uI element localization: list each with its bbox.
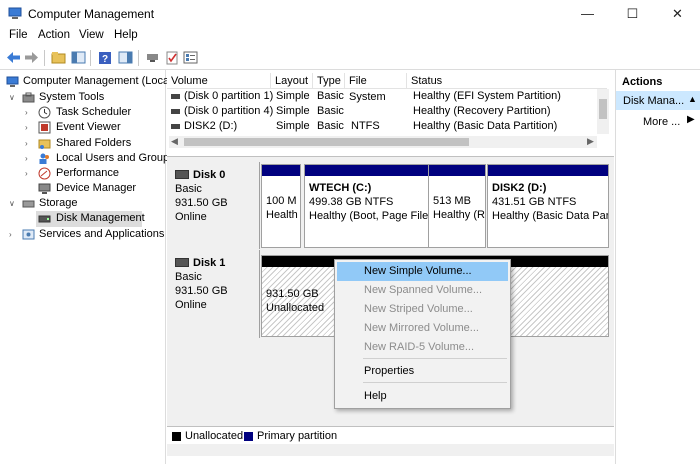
menu-new-striped-volume[interactable]: New Striped Volume... [337,300,508,319]
back-arrow-icon[interactable] [5,49,22,66]
chevron-right-icon[interactable]: › [9,227,17,242]
scrollbar-thumb[interactable] [184,138,469,146]
vertical-scrollbar[interactable] [597,89,609,134]
tree-item-task-scheduler[interactable]: › Task Scheduler [0,105,165,121]
horizontal-scrollbar[interactable]: ◀ ▶ [169,136,597,148]
tree-item-performance[interactable]: › Performance [0,166,165,182]
volume-icon [171,109,180,114]
table-row[interactable]: (Disk 0 partition 4) Simple Basic Health… [167,104,597,119]
tree-item-shared-folders[interactable]: › Shared Folders [0,136,165,152]
tree-item-device-manager[interactable]: Device Manager [0,181,165,197]
menu-view[interactable]: View [79,29,104,41]
partition-c[interactable]: WTECH (C:) 499.38 GB NTFS Healthy (Boot,… [304,164,429,248]
menu-new-mirrored-volume[interactable]: New Mirrored Volume... [337,319,508,338]
column-layout[interactable]: Layout [271,73,313,89]
column-status[interactable]: Status [407,73,597,89]
context-menu: New Simple Volume... New Spanned Volume.… [334,259,511,409]
partition-recovery[interactable]: 513 MB Healthy (R [428,164,486,248]
toolbox-icon [22,92,35,103]
volume-icon [171,124,180,129]
tree-item-computer-management[interactable]: Computer Management (Local) [0,74,175,90]
legend: Unallocated Primary partition [167,426,614,444]
disk-icon [175,258,189,267]
action-group-disk-management[interactable]: Disk Mana... ▲ [616,91,700,110]
chevron-right-icon[interactable]: › [25,120,33,135]
event-viewer-icon [38,121,51,134]
menu-separator [363,382,507,383]
primary-partition-swatch [244,432,253,441]
menu-separator [363,358,507,359]
menu-file[interactable]: File [9,29,28,41]
unallocated-swatch [172,432,181,441]
actions-title: Actions [622,76,663,88]
services-icon [22,229,35,240]
device-manager-icon [38,183,51,194]
forward-arrow-icon[interactable] [23,49,40,66]
up-folder-icon[interactable] [50,49,67,66]
connect-icon[interactable] [144,49,161,66]
disk1-info[interactable]: Disk 1 Basic 931.50 GB Online [169,250,260,338]
chevron-right-icon[interactable]: › [25,151,33,166]
partition-efi[interactable]: 100 M Health [261,164,301,248]
toolbar: ? [0,46,700,70]
svg-text:?: ? [102,54,108,65]
menu-action[interactable]: Action [38,29,70,41]
scroll-left-icon[interactable]: ◀ [171,136,178,147]
tree-item-services-applications[interactable]: › Services and Applications [0,227,165,243]
menu-help[interactable]: Help [114,29,138,41]
chevron-down-icon[interactable]: ∨ [9,196,17,211]
table-row[interactable]: DISK2 (D:) Simple Basic NTFS Healthy (Ba… [167,119,597,134]
chevron-right-icon[interactable]: › [25,166,33,181]
actions-pane: Actions Disk Mana... ▲ More ... ▶ [615,70,700,464]
chevron-down-icon[interactable]: ∨ [9,90,17,105]
title-bar: Computer Management — ☐ ✕ [0,0,700,27]
volume-list-header: Volume Layout Type File System Status [167,73,607,103]
tree-item-local-users[interactable]: › Local Users and Groups [0,151,175,167]
performance-icon [38,167,51,180]
chevron-right-icon[interactable]: › [25,105,33,120]
tree-item-event-viewer[interactable]: › Event Viewer [0,120,165,136]
close-button[interactable]: ✕ [655,0,700,27]
menu-bar: File Action View Help [0,27,700,46]
console-tree: Computer Management (Local) ∨ System Too… [0,70,175,464]
tree-item-storage[interactable]: ∨ Storage [0,196,165,212]
computer-management-icon [8,7,22,19]
scrollbar-thumb[interactable] [599,99,607,119]
shared-folder-icon [38,139,51,149]
menu-properties[interactable]: Properties [337,362,508,381]
minimize-button[interactable]: — [565,0,610,27]
properties-check-icon[interactable] [163,49,180,66]
scroll-right-icon[interactable]: ▶ [587,136,594,147]
column-volume[interactable]: Volume [167,73,271,89]
disk-icon [175,170,189,179]
submenu-arrow-icon: ▶ [687,114,695,125]
window-title: Computer Management [28,7,155,21]
disk0-info[interactable]: Disk 0 Basic 931.50 GB Online [169,162,260,249]
chevron-right-icon[interactable]: › [25,136,33,151]
show-action-pane-icon[interactable] [117,49,134,66]
tree-item-disk-management[interactable]: Disk Management [36,211,145,227]
view-list-icon[interactable] [182,49,199,66]
column-type[interactable]: Type [313,73,345,89]
users-icon [39,153,49,164]
table-row[interactable]: (Disk 0 partition 1) Simple Basic Health… [167,89,597,104]
help-icon[interactable]: ? [96,49,113,66]
storage-icon [22,200,35,208]
column-file-system[interactable]: File System [345,73,407,103]
show-hide-console-tree-icon[interactable] [70,49,87,66]
clock-icon [38,106,51,119]
disk-icon [38,215,51,223]
menu-help[interactable]: Help [337,387,508,406]
partition-d[interactable]: DISK2 (D:) 431.51 GB NTFS Healthy (Basic… [487,164,609,248]
menu-new-simple-volume[interactable]: New Simple Volume... [337,262,508,281]
tree-item-system-tools[interactable]: ∨ System Tools [0,90,165,106]
menu-new-spanned-volume[interactable]: New Spanned Volume... [337,281,508,300]
menu-new-raid5-volume[interactable]: New RAID-5 Volume... [337,338,508,357]
collapse-arrow-icon[interactable]: ▲ [688,94,697,104]
computer-management-icon [6,76,19,87]
maximize-button[interactable]: ☐ [610,0,655,27]
volume-icon [171,94,180,99]
more-actions[interactable]: More ... [643,116,680,128]
